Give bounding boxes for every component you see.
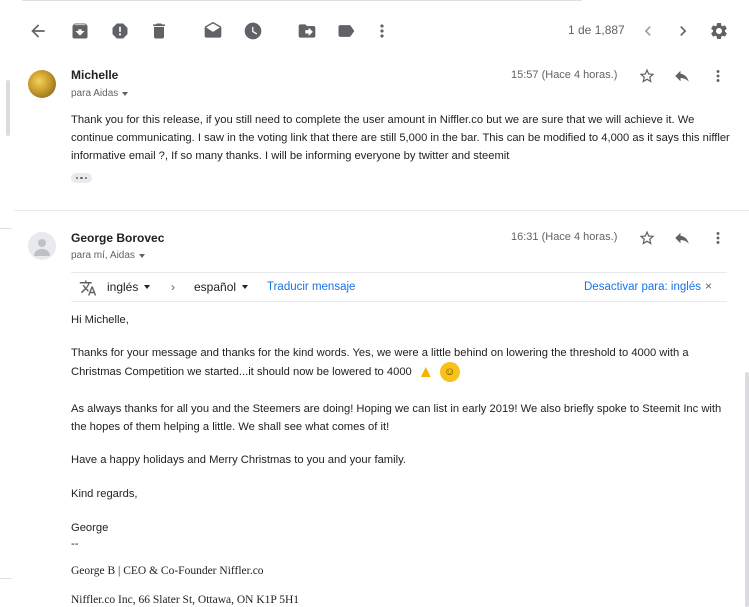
signature-separator: -- xyxy=(71,538,79,550)
recipients[interactable]: para mí, Aidas xyxy=(71,250,145,261)
translate-message-link[interactable]: Traducir mensaje xyxy=(267,281,355,293)
thumbs-up-emoji-icon: ▲ xyxy=(417,362,435,381)
chevron-down-icon[interactable] xyxy=(122,92,129,96)
disable-translation-link[interactable]: Desactivar para: inglés xyxy=(584,281,701,293)
recipients-label: para Aidas xyxy=(71,88,119,99)
reply-icon[interactable] xyxy=(672,66,692,86)
sender-name[interactable]: George Borovec xyxy=(71,231,164,245)
recipients[interactable]: para Aidas xyxy=(71,88,129,99)
dot xyxy=(84,176,88,180)
mark-unread-icon[interactable] xyxy=(201,19,225,43)
reply-icon[interactable] xyxy=(672,228,692,248)
message-paragraph: As always thanks for all you and the Ste… xyxy=(71,403,722,433)
recipients-label: para mí, Aidas xyxy=(71,250,135,261)
dot xyxy=(75,176,79,180)
chevron-down-icon xyxy=(242,285,249,289)
target-language-label: español xyxy=(194,280,237,294)
left-scrollbar[interactable] xyxy=(6,80,10,136)
more-vert-icon[interactable] xyxy=(708,228,728,248)
message-toolbar: 1 de 1,887 xyxy=(0,10,749,52)
message-time: 16:31 (Hace 4 horas.) xyxy=(511,231,618,243)
label-icon[interactable] xyxy=(334,19,358,43)
star-icon[interactable] xyxy=(637,66,657,86)
dot xyxy=(80,176,83,180)
message-count: 1 de 1,887 xyxy=(568,23,625,37)
target-language-dropdown[interactable]: español xyxy=(194,280,249,294)
close-icon[interactable]: × xyxy=(705,279,712,293)
show-trimmed-content-button[interactable] xyxy=(71,173,92,183)
greeting: Hi Michelle, xyxy=(71,314,129,326)
grinning-face-emoji-icon: ☺ xyxy=(439,362,460,382)
translate-icon xyxy=(79,280,97,296)
message-paragraph: Have a happy holidays and Merry Christma… xyxy=(71,454,406,466)
message-body: Thank you for this release, if you still… xyxy=(71,114,730,162)
star-icon[interactable] xyxy=(637,228,657,248)
translate-bar: inglés › español Traducir mensaje Desact… xyxy=(71,272,727,302)
right-scrollbar[interactable] xyxy=(745,372,749,607)
settings-gear-icon[interactable] xyxy=(707,19,731,43)
avatar[interactable] xyxy=(28,232,56,260)
signature-address: Niffler.co Inc, 66 Slater St, Ottawa, ON… xyxy=(71,594,300,606)
chevron-down-icon xyxy=(144,285,151,289)
closing: Kind regards, xyxy=(71,488,138,500)
sender-name[interactable]: Michelle xyxy=(71,68,118,82)
message-time: 15:57 (Hace 4 horas.) xyxy=(511,69,618,81)
signature-line: George B | CEO & Co-Founder Niffler.co xyxy=(71,565,264,577)
message-divider xyxy=(14,210,749,211)
back-icon[interactable] xyxy=(26,19,50,43)
more-vert-icon[interactable] xyxy=(708,66,728,86)
older-icon[interactable] xyxy=(671,19,695,43)
report-spam-icon[interactable] xyxy=(108,19,132,43)
newer-icon[interactable] xyxy=(636,19,660,43)
side-divider xyxy=(0,228,12,229)
move-to-icon[interactable] xyxy=(295,19,319,43)
avatar[interactable] xyxy=(28,70,56,98)
archive-icon[interactable] xyxy=(68,19,92,43)
snooze-icon[interactable] xyxy=(241,19,265,43)
source-language-label: inglés xyxy=(107,280,139,294)
more-vert-icon[interactable] xyxy=(370,19,394,43)
message-paragraph: Thanks for your message and thanks for t… xyxy=(71,344,731,382)
side-divider xyxy=(0,578,12,579)
source-language-dropdown[interactable]: inglés xyxy=(107,280,151,294)
chevron-right-icon: › xyxy=(171,280,175,294)
chevron-down-icon[interactable] xyxy=(138,254,145,258)
default-avatar-icon xyxy=(34,239,50,256)
delete-icon[interactable] xyxy=(147,19,171,43)
top-divider xyxy=(22,0,582,1)
paragraph-text: Thanks for your message and thanks for t… xyxy=(71,347,689,378)
